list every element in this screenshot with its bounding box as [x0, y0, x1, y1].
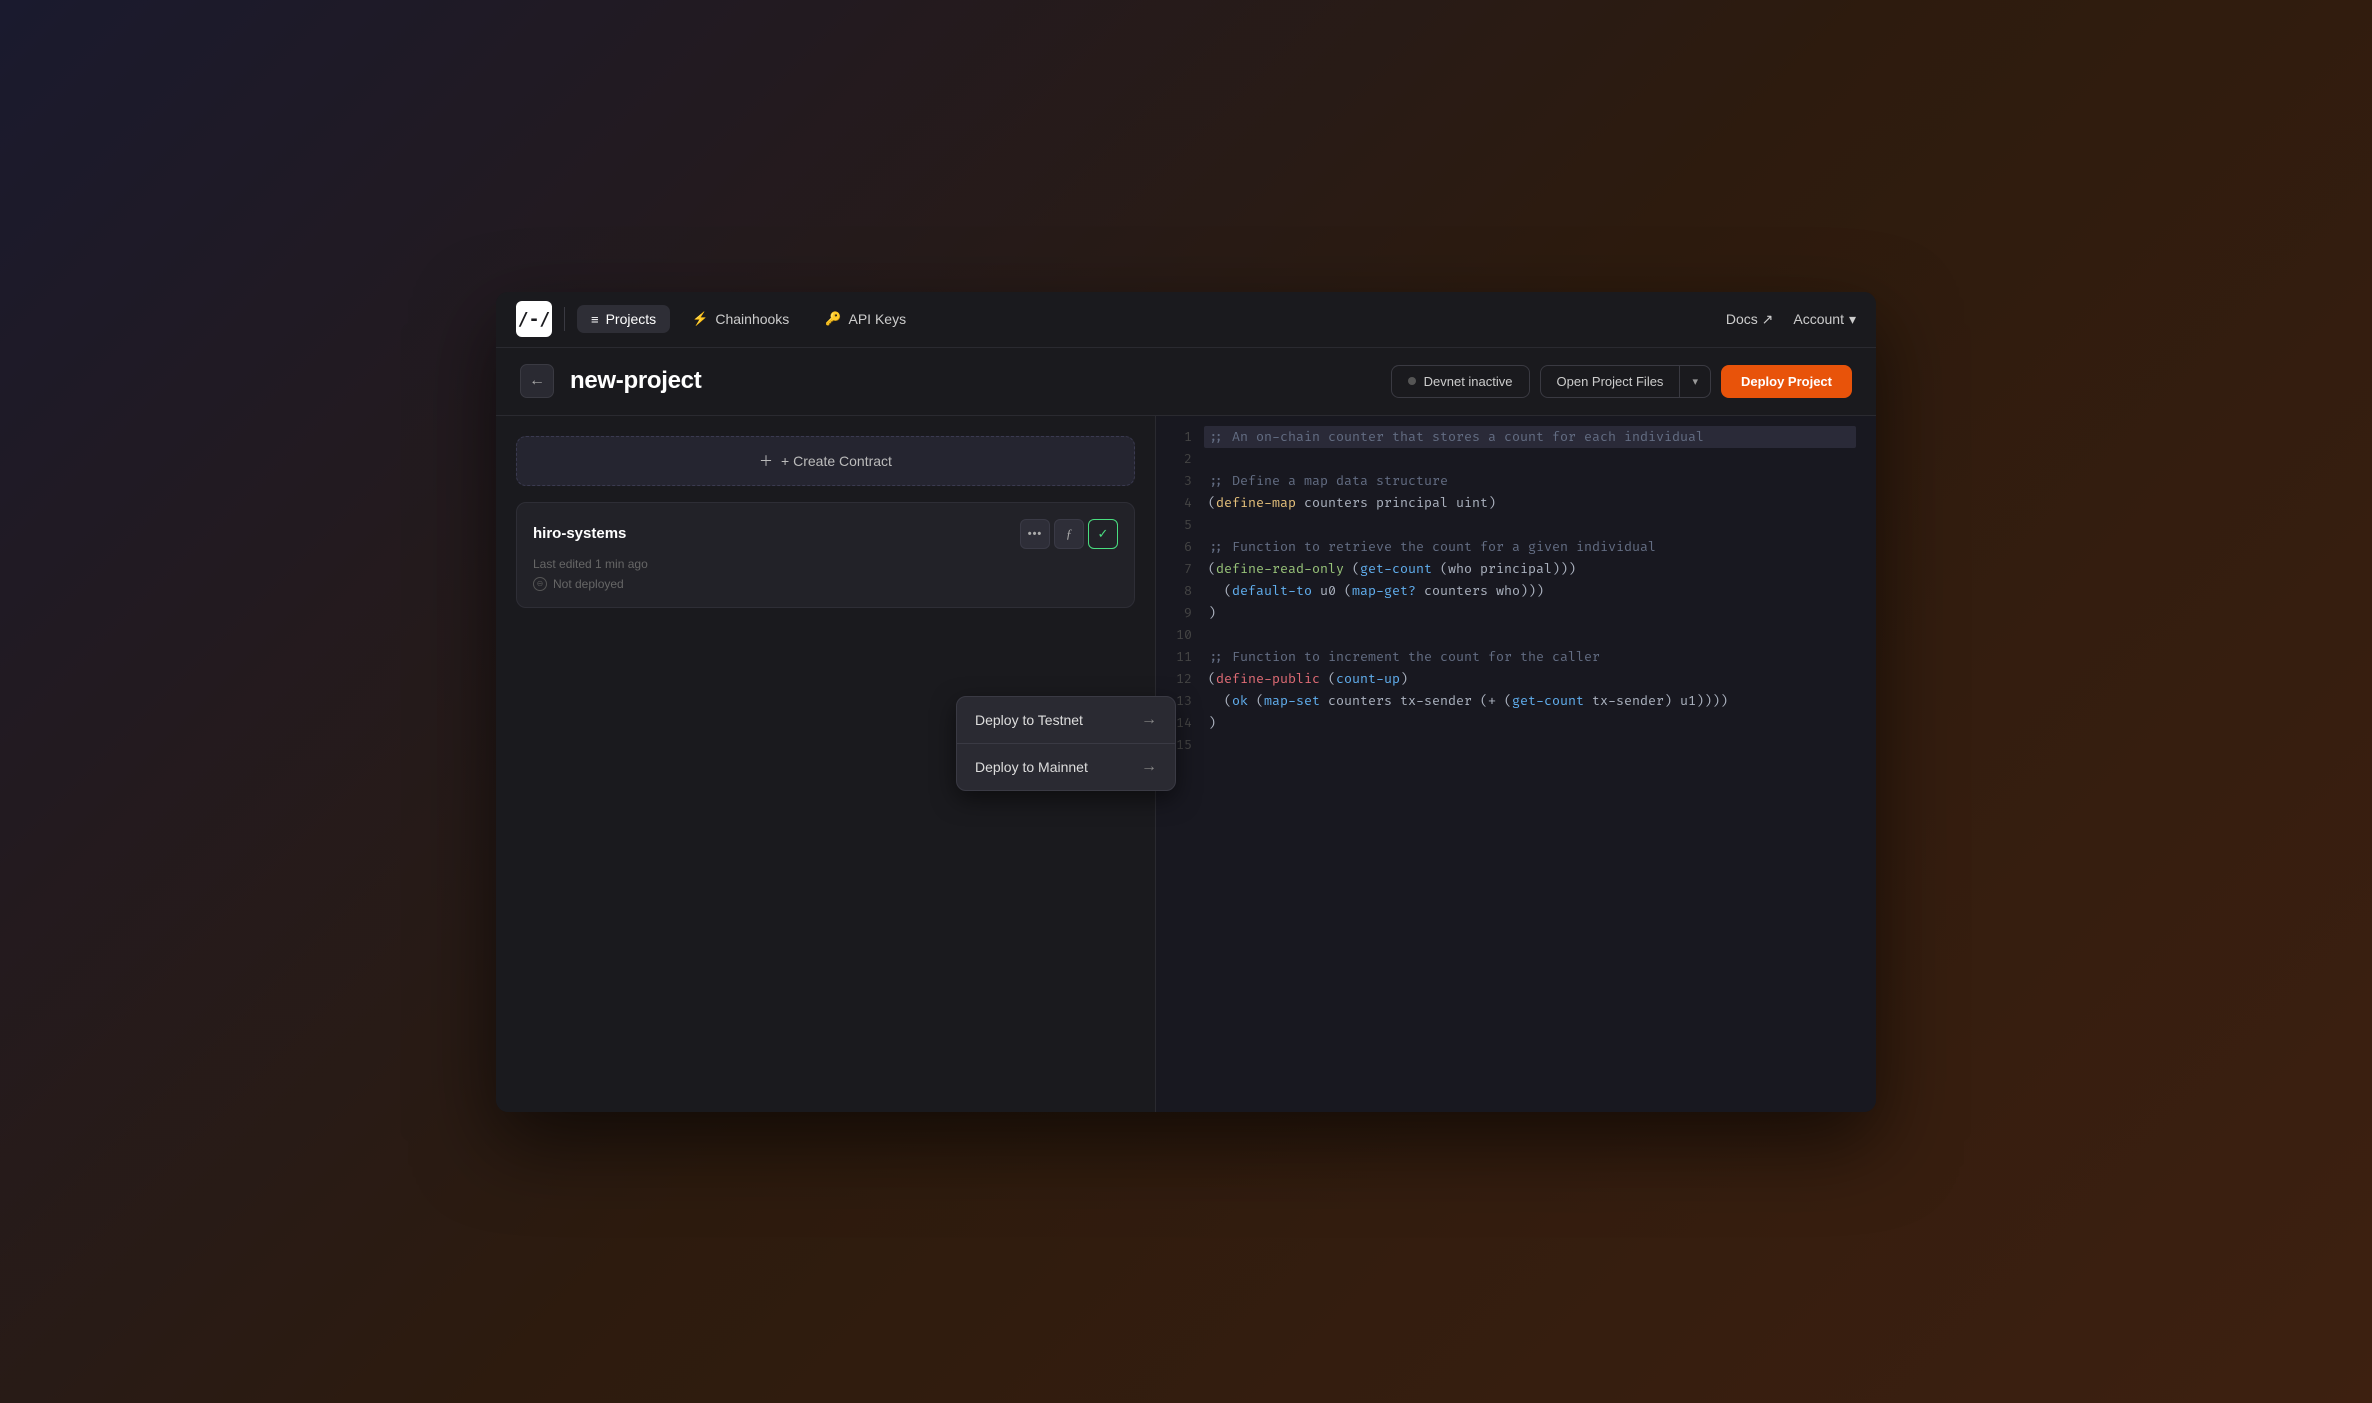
line-num-6: 6 — [1176, 536, 1192, 558]
code-line-7: (define-read-only (get-count (who princi… — [1208, 558, 1856, 580]
contract-name: hiro-systems — [533, 525, 626, 542]
contract-status: ⊖ Not deployed — [533, 577, 1118, 591]
app-window: /-/ ≡ Projects ⚡ Chainhooks 🔑 API Keys D… — [496, 292, 1876, 1112]
sidebar: ＋ + Create Contract hiro-systems ••• ƒ — [496, 416, 1156, 1112]
contract-last-edited: Last edited 1 min ago — [533, 557, 1118, 571]
status-circle-icon: ⊖ — [533, 577, 547, 591]
line-num-11: 11 — [1176, 646, 1192, 668]
contract-card: hiro-systems ••• ƒ ✓ Last edited 1 min a… — [516, 502, 1135, 608]
projects-icon: ≡ — [591, 312, 599, 327]
function-icon: ƒ — [1066, 526, 1073, 542]
line-num-5: 5 — [1176, 514, 1192, 536]
nav-item-projects[interactable]: ≡ Projects — [577, 305, 670, 333]
code-content: ;; An on-chain counter that stores a cou… — [1208, 426, 1876, 756]
nav-label-projects: Projects — [606, 311, 657, 327]
caret-down-icon: ▾ — [1692, 376, 1698, 388]
line-num-13: 13 — [1176, 690, 1192, 712]
plus-icon: ＋ — [759, 451, 773, 471]
code-line-4: (define-map counters principal uint) — [1208, 492, 1856, 514]
deploy-project-button[interactable]: Deploy Project — [1721, 365, 1852, 398]
line-num-1: 1 — [1176, 426, 1192, 448]
contract-card-header: hiro-systems ••• ƒ ✓ — [533, 519, 1118, 549]
nav-item-chainhooks[interactable]: ⚡ Chainhooks — [678, 305, 803, 333]
line-num-2: 2 — [1176, 448, 1192, 470]
code-line-13: (ok (map-set counters tx-sender (+ (get-… — [1208, 690, 1856, 712]
code-line-3: ;; Define a map data structure — [1208, 470, 1856, 492]
back-button[interactable]: ← — [520, 364, 554, 398]
devnet-status-dot — [1408, 377, 1416, 385]
code-line-14: ) — [1208, 712, 1856, 734]
deploy-mainnet-label: Deploy to Mainnet — [975, 759, 1088, 775]
docs-link[interactable]: Docs ↗ — [1726, 311, 1774, 328]
line-num-14: 14 — [1176, 712, 1192, 734]
deploy-dropdown-menu: Deploy to Testnet → Deploy to Mainnet → — [956, 696, 1176, 791]
line-num-8: 8 — [1176, 580, 1192, 602]
line-num-3: 3 — [1176, 470, 1192, 492]
nav-label-api-keys: API Keys — [848, 311, 906, 327]
nav-label-chainhooks: Chainhooks — [715, 311, 789, 327]
nav-divider — [564, 307, 565, 331]
open-files-main-button[interactable]: Open Project Files — [1541, 366, 1681, 397]
code-line-9: ) — [1208, 602, 1856, 624]
header-right: Devnet inactive Open Project Files ▾ Dep… — [1391, 365, 1852, 398]
arrow-right-icon: → — [1141, 711, 1157, 729]
contract-status-label: Not deployed — [553, 577, 624, 591]
contract-actions: ••• ƒ ✓ — [1020, 519, 1118, 549]
deploy-mainnet-item[interactable]: Deploy to Mainnet → — [957, 744, 1175, 790]
code-line-8: (default-to u0 (map-get? counters who))) — [1208, 580, 1856, 602]
main-content: ＋ + Create Contract hiro-systems ••• ƒ — [496, 416, 1876, 1112]
deploy-testnet-label: Deploy to Testnet — [975, 712, 1083, 728]
nav-right: Docs ↗ Account ▾ — [1726, 311, 1856, 328]
code-line-15 — [1208, 734, 1856, 756]
code-line-11: ;; Function to increment the count for t… — [1208, 646, 1856, 668]
chainhooks-icon: ⚡ — [692, 311, 708, 327]
open-files-caret-button[interactable]: ▾ — [1680, 367, 1710, 396]
devnet-status-label: Devnet inactive — [1424, 374, 1513, 389]
devnet-status-button[interactable]: Devnet inactive — [1391, 365, 1530, 398]
function-button[interactable]: ƒ — [1054, 519, 1084, 549]
more-options-button[interactable]: ••• — [1020, 519, 1050, 549]
line-num-12: 12 — [1176, 668, 1192, 690]
line-num-7: 7 — [1176, 558, 1192, 580]
code-area: 1 2 3 4 5 6 7 8 9 10 11 12 13 14 15 — [1156, 416, 1876, 766]
code-line-12: (define-public (count-up) — [1208, 668, 1856, 690]
line-num-9: 9 — [1176, 602, 1192, 624]
api-keys-icon: 🔑 — [825, 311, 841, 327]
code-line-1: ;; An on-chain counter that stores a cou… — [1204, 426, 1856, 448]
open-files-button-group: Open Project Files ▾ — [1540, 365, 1711, 398]
nav-item-api-keys[interactable]: 🔑 API Keys — [811, 305, 920, 333]
line-num-10: 10 — [1176, 624, 1192, 646]
code-line-2 — [1208, 448, 1856, 470]
ellipsis-icon: ••• — [1028, 528, 1043, 540]
line-num-4: 4 — [1176, 492, 1192, 514]
code-line-6: ;; Function to retrieve the count for a … — [1208, 536, 1856, 558]
code-line-10 — [1208, 624, 1856, 646]
top-nav: /-/ ≡ Projects ⚡ Chainhooks 🔑 API Keys D… — [496, 292, 1876, 348]
page-title: new-project — [570, 367, 701, 395]
line-num-15: 15 — [1176, 734, 1192, 756]
check-button[interactable]: ✓ — [1088, 519, 1118, 549]
create-contract-button[interactable]: ＋ + Create Contract — [516, 436, 1135, 486]
code-line-5 — [1208, 514, 1856, 536]
arrow-right-icon-2: → — [1141, 758, 1157, 776]
deploy-testnet-item[interactable]: Deploy to Testnet → — [957, 697, 1175, 744]
check-icon: ✓ — [1098, 526, 1109, 542]
code-editor[interactable]: 1 2 3 4 5 6 7 8 9 10 11 12 13 14 15 — [1156, 416, 1876, 1112]
page-header: ← new-project Devnet inactive Open Proje… — [496, 348, 1876, 416]
logo[interactable]: /-/ — [516, 301, 552, 337]
account-button[interactable]: Account ▾ — [1793, 311, 1856, 328]
